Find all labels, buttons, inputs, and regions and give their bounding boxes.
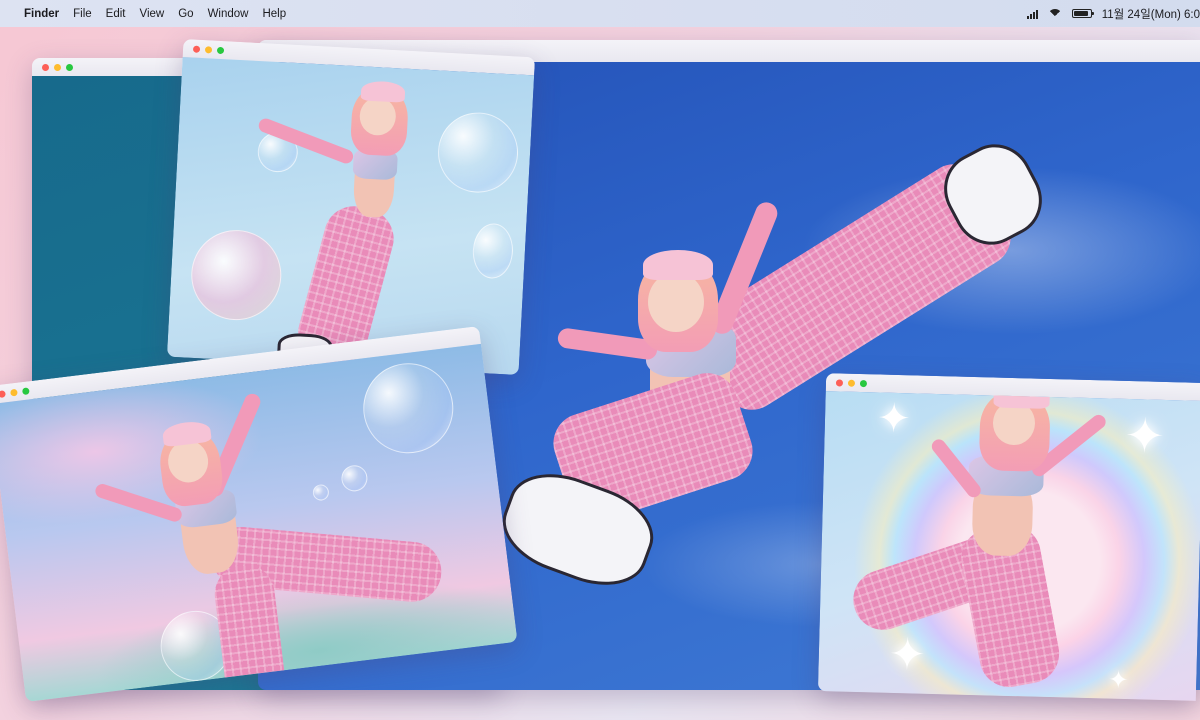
dancer-hat xyxy=(643,250,713,280)
close-button[interactable] xyxy=(0,389,6,398)
zoom-button[interactable] xyxy=(21,386,30,395)
close-button[interactable] xyxy=(835,378,844,387)
signal-icon[interactable] xyxy=(1026,9,1038,19)
menu-help[interactable]: Help xyxy=(262,8,286,20)
menu-window[interactable]: Window xyxy=(208,8,249,20)
zoom-button[interactable] xyxy=(859,379,868,387)
dancer-arm xyxy=(256,116,356,166)
menu-file[interactable]: File xyxy=(73,8,92,20)
rainbow-window-right[interactable]: ✦ ✦ ✦ ✦ xyxy=(817,373,1200,701)
dancer-top-window xyxy=(167,57,534,375)
menu-finder[interactable]: Finder xyxy=(24,8,59,20)
bubble-window-left[interactable] xyxy=(0,326,518,702)
rainbow-photo: ✦ ✦ ✦ ✦ xyxy=(817,391,1200,701)
zoom-button[interactable] xyxy=(66,63,73,71)
menu-view[interactable]: View xyxy=(140,8,165,20)
dancer-head xyxy=(648,272,704,332)
bubble-photo xyxy=(166,56,535,375)
dancer-hat xyxy=(360,80,406,103)
close-button[interactable] xyxy=(192,45,201,53)
apple-logo-icon[interactable]: ​ xyxy=(6,8,16,20)
dancer-left-window xyxy=(0,344,518,702)
battery-icon[interactable] xyxy=(1071,9,1094,18)
dancer-right-window xyxy=(818,391,1200,701)
minimize-button[interactable] xyxy=(847,379,856,387)
status-area: 11월 24일(Mon) 6:0 xyxy=(1026,0,1200,27)
minimize-button[interactable] xyxy=(9,388,18,397)
menu-clock[interactable]: 11월 24일(Mon) 6:0 xyxy=(1102,6,1200,22)
minimize-button[interactable] xyxy=(204,45,213,54)
minimize-button[interactable] xyxy=(54,63,61,71)
bubble-photo xyxy=(0,343,518,702)
menu-edit[interactable]: Edit xyxy=(106,8,126,20)
wifi-icon[interactable] xyxy=(1047,8,1062,19)
bubble-window-top[interactable] xyxy=(166,39,536,375)
close-button[interactable] xyxy=(42,63,49,71)
menu-go[interactable]: Go xyxy=(178,8,193,20)
menu-bar: ​ Finder File Edit View Go Window Help 1… xyxy=(0,0,1200,27)
zoom-button[interactable] xyxy=(216,46,225,54)
